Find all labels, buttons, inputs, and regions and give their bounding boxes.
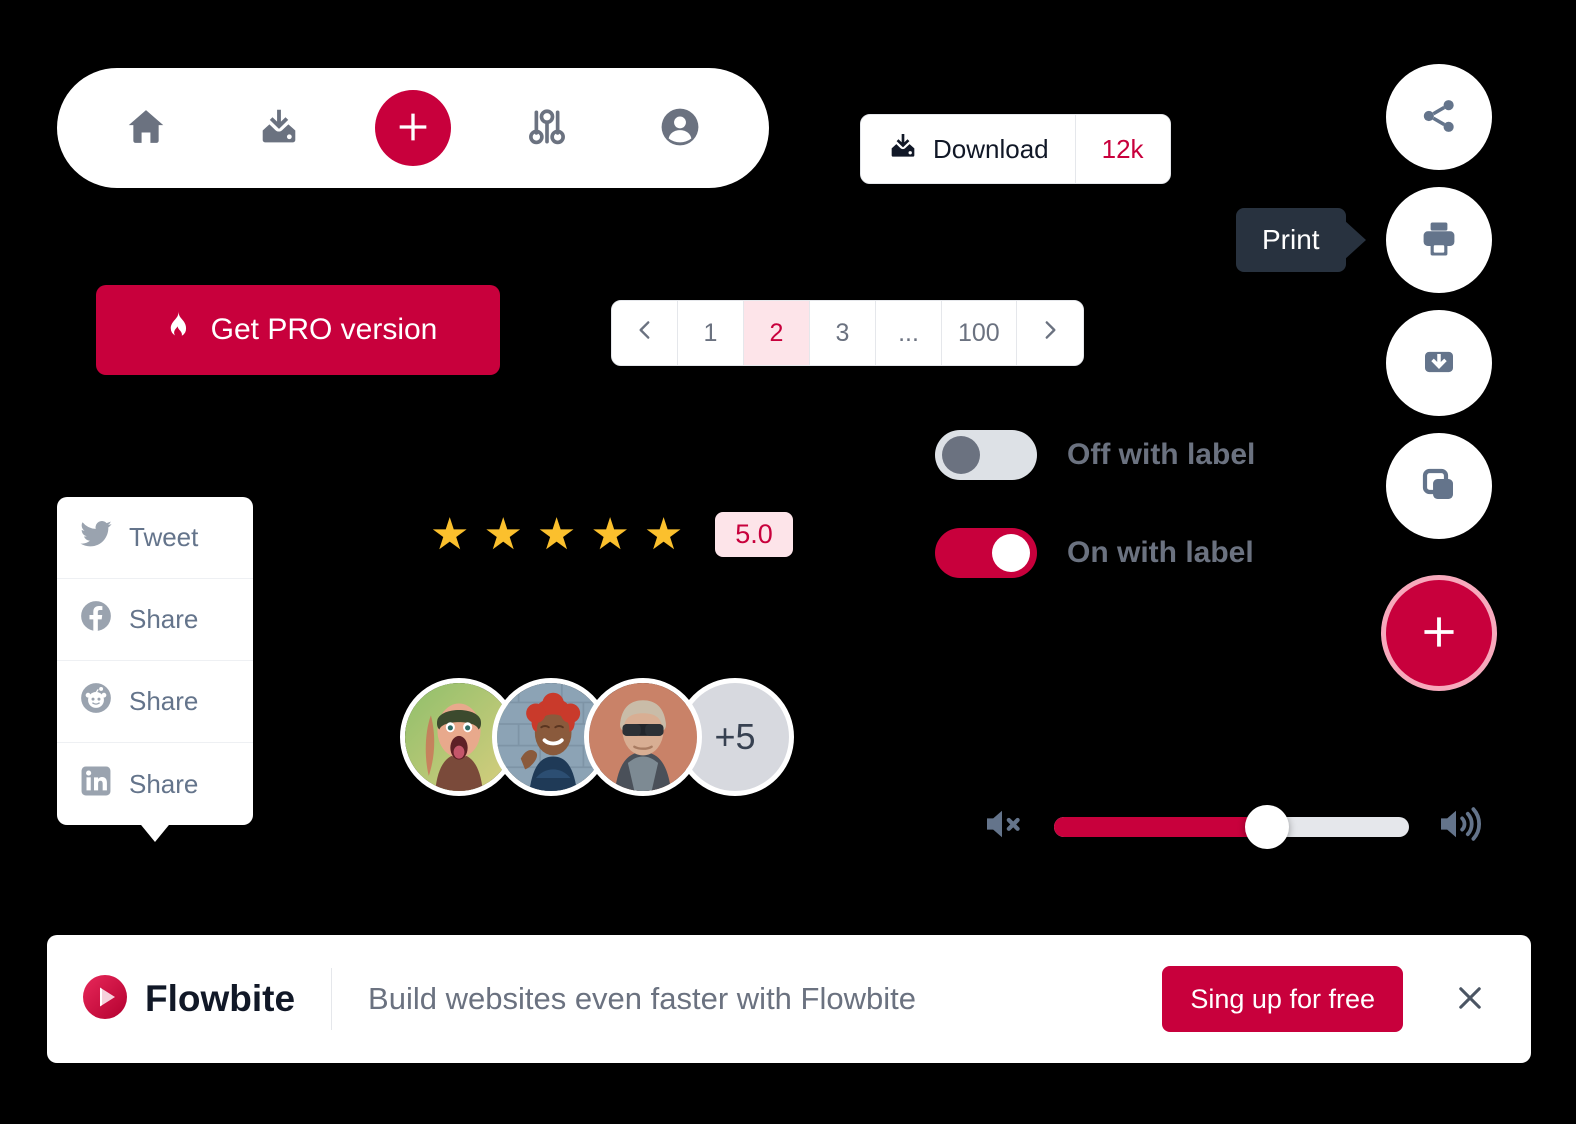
toggle-on-row: On with label bbox=[935, 528, 1254, 578]
pagination-page-2[interactable]: 2 bbox=[744, 301, 810, 365]
get-pro-version-button[interactable]: Get PRO version bbox=[96, 285, 500, 375]
download-button[interactable]: Download bbox=[861, 115, 1075, 183]
share-item-label: Share bbox=[129, 686, 199, 716]
save-action-button[interactable] bbox=[1386, 310, 1492, 416]
share-dropdown-pointer bbox=[137, 820, 173, 842]
pagination-page-3[interactable]: 3 bbox=[810, 301, 876, 365]
banner-signup-button[interactable]: Sing up for free bbox=[1162, 966, 1403, 1032]
toggle-knob bbox=[942, 436, 980, 474]
close-icon bbox=[1453, 981, 1487, 1018]
component-showcase-canvas: Get PRO version Download 12k 1 2 3 ... 1… bbox=[0, 0, 1576, 1124]
download-inbox-icon bbox=[256, 104, 302, 153]
rating-score-badge: 5.0 bbox=[715, 512, 793, 557]
pagination-page-1[interactable]: 1 bbox=[678, 301, 744, 365]
linkedin-icon bbox=[79, 764, 113, 805]
nav-download-button[interactable] bbox=[241, 90, 317, 166]
toggle-knob bbox=[992, 534, 1030, 572]
download-inbox-icon bbox=[887, 130, 919, 169]
social-share-dropdown: Tweet Share Share Share bbox=[57, 497, 253, 825]
volume-slider-row bbox=[980, 800, 1483, 853]
banner-message: Build websites even faster with Flowbite bbox=[368, 981, 916, 1016]
toggle-switch-on[interactable] bbox=[935, 528, 1037, 578]
get-pro-label: Get PRO version bbox=[210, 313, 438, 346]
save-download-icon bbox=[1418, 341, 1460, 386]
pagination-next-button[interactable] bbox=[1016, 301, 1083, 365]
avatar-stack: +5 bbox=[400, 678, 794, 796]
plus-icon bbox=[393, 107, 433, 150]
share-item-twitter[interactable]: Tweet bbox=[57, 497, 253, 579]
banner-brand-name: Flowbite bbox=[145, 978, 296, 1019]
bottom-banner: Flowbite Build websites even faster with… bbox=[47, 935, 1531, 1063]
star-icon[interactable]: ★ bbox=[644, 512, 683, 557]
volume-up-icon[interactable] bbox=[1435, 800, 1483, 853]
flowbite-play-icon bbox=[81, 973, 129, 1026]
copy-action-button[interactable] bbox=[1386, 433, 1492, 539]
star-icon[interactable]: ★ bbox=[483, 512, 522, 557]
download-button-group: Download 12k bbox=[860, 114, 1171, 184]
bottom-navigation-bar bbox=[57, 68, 769, 188]
nav-profile-button[interactable] bbox=[642, 90, 718, 166]
star-icon[interactable]: ★ bbox=[430, 512, 469, 557]
nav-home-button[interactable] bbox=[108, 90, 184, 166]
nav-add-button[interactable] bbox=[374, 90, 451, 166]
star-rating: ★ ★ ★ ★ ★ 5.0 bbox=[430, 512, 793, 557]
copy-icon bbox=[1418, 464, 1460, 509]
pagination-prev-button[interactable] bbox=[612, 301, 678, 365]
download-label: Download bbox=[933, 133, 1049, 164]
adjustments-icon bbox=[525, 105, 569, 152]
printer-icon bbox=[1418, 218, 1460, 263]
print-tooltip: Print bbox=[1236, 208, 1346, 272]
facebook-icon bbox=[79, 599, 113, 640]
toggle-off-row: Off with label bbox=[935, 430, 1255, 480]
twitter-icon bbox=[79, 517, 113, 558]
avatar[interactable] bbox=[584, 678, 702, 796]
star-icon[interactable]: ★ bbox=[590, 512, 629, 557]
volume-slider-knob[interactable] bbox=[1245, 804, 1289, 849]
share-item-label: Share bbox=[129, 604, 199, 634]
toggle-on-label: On with label bbox=[1067, 536, 1254, 569]
pagination-page-100[interactable]: 100 bbox=[942, 301, 1017, 365]
nav-settings-button[interactable] bbox=[509, 90, 585, 166]
share-item-label: Share bbox=[129, 768, 199, 799]
chevron-left-icon bbox=[632, 317, 658, 350]
banner-logo: Flowbite bbox=[81, 973, 295, 1026]
user-circle-icon bbox=[657, 104, 703, 153]
volume-slider-track[interactable] bbox=[1054, 804, 1409, 849]
toggle-switch-off[interactable] bbox=[935, 430, 1037, 480]
toggle-off-label: Off with label bbox=[1067, 438, 1256, 471]
share-item-label: Tweet bbox=[129, 522, 199, 552]
download-count-badge[interactable]: 12k bbox=[1074, 115, 1170, 183]
banner-divider bbox=[331, 968, 333, 1030]
print-tooltip-text: Print bbox=[1262, 224, 1320, 255]
star-icon[interactable]: ★ bbox=[537, 512, 576, 557]
share-item-linkedin[interactable]: Share bbox=[57, 743, 253, 825]
floating-action-button[interactable] bbox=[1381, 575, 1497, 691]
plus-icon bbox=[1416, 609, 1462, 658]
print-action-button[interactable] bbox=[1386, 187, 1492, 293]
share-action-button[interactable] bbox=[1386, 64, 1492, 170]
share-nodes-icon bbox=[1418, 95, 1460, 140]
pagination: 1 2 3 ... 100 bbox=[611, 300, 1084, 366]
volume-slider-fill bbox=[1054, 816, 1267, 837]
volume-mute-icon[interactable] bbox=[980, 800, 1028, 853]
share-item-reddit[interactable]: Share bbox=[57, 661, 253, 743]
chevron-right-icon bbox=[1037, 317, 1063, 350]
reddit-icon bbox=[79, 681, 113, 722]
fire-icon bbox=[159, 309, 193, 351]
home-icon bbox=[123, 104, 169, 153]
pagination-ellipsis[interactable]: ... bbox=[876, 301, 942, 365]
share-item-facebook[interactable]: Share bbox=[57, 579, 253, 661]
banner-close-button[interactable] bbox=[1443, 971, 1497, 1028]
